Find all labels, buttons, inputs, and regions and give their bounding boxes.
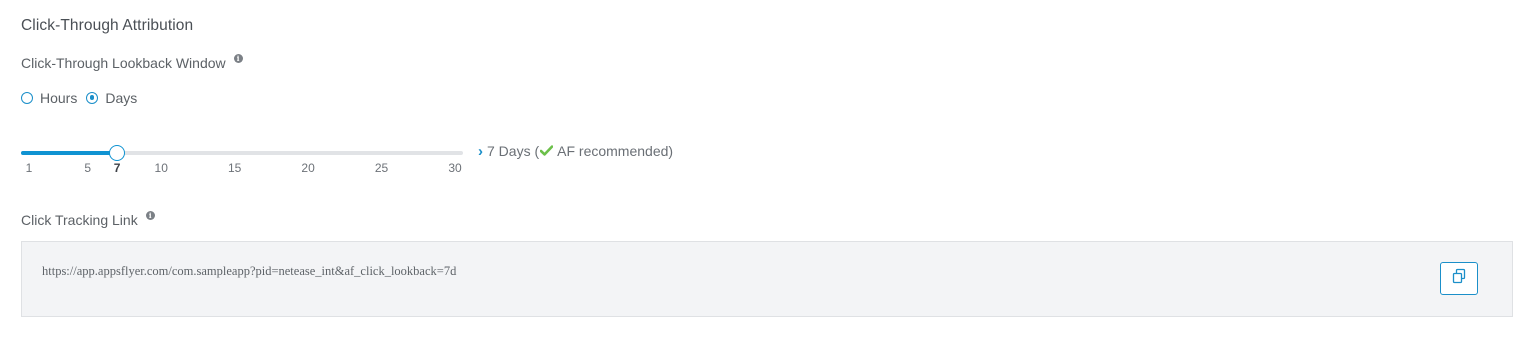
copy-icon [1451,268,1467,289]
radio-days-label: Days [105,90,138,106]
info-icon[interactable]: i [145,211,155,220]
section-title: Click-Through Attribution [21,17,194,34]
slider-tick-label: 10 [154,161,168,175]
slider-ticks: 1 5 7 10 15 20 25 30 [21,161,463,177]
check-icon [539,143,554,159]
slider-tick-label: 1 [25,161,33,175]
chevron-right-icon: › [478,142,483,160]
radio-hours[interactable]: Hours [21,90,77,106]
radio-days[interactable]: Days [86,90,137,106]
slider-tick-label: 20 [301,161,315,175]
copy-link-button[interactable] [1440,262,1478,295]
slider-tick-label: 25 [374,161,389,175]
radio-days-circle[interactable] [86,92,99,104]
lookback-window-label-text: Click-Through Lookback Window [21,55,226,71]
slider-fill [21,151,118,155]
info-icon[interactable]: i [233,54,243,63]
tracking-link-url[interactable]: https://app.appsflyer.com/com.sampleapp?… [42,264,456,279]
click-tracking-link-label: Click Tracking Link i [21,211,155,228]
attribution-settings-panel: Click-Through Attribution Click-Through … [0,0,1532,355]
click-tracking-link-label-text: Click Tracking Link [21,212,138,228]
radio-hours-label: Hours [40,90,78,106]
radio-hours-circle[interactable] [21,92,33,104]
lookback-window-label: Click-Through Lookback Window i [21,54,243,71]
slider-tick-label: 7 [113,161,121,175]
lookback-value-display: › 7 Days ( AF recommended) [478,143,673,159]
slider-tick-label: 15 [227,161,242,175]
slider-tick-label: 5 [84,161,92,175]
slider-tick-label: 30 [448,161,462,175]
slider-thumb[interactable] [109,145,126,161]
lookback-value-text: 7 Days ( [487,143,540,159]
lookback-slider[interactable] [21,145,463,161]
recommended-text: AF recommended) [557,143,674,159]
lookback-unit-radio-group: Hours Days [21,90,146,106]
tracking-link-box: https://app.appsflyer.com/com.sampleapp?… [21,241,1513,317]
